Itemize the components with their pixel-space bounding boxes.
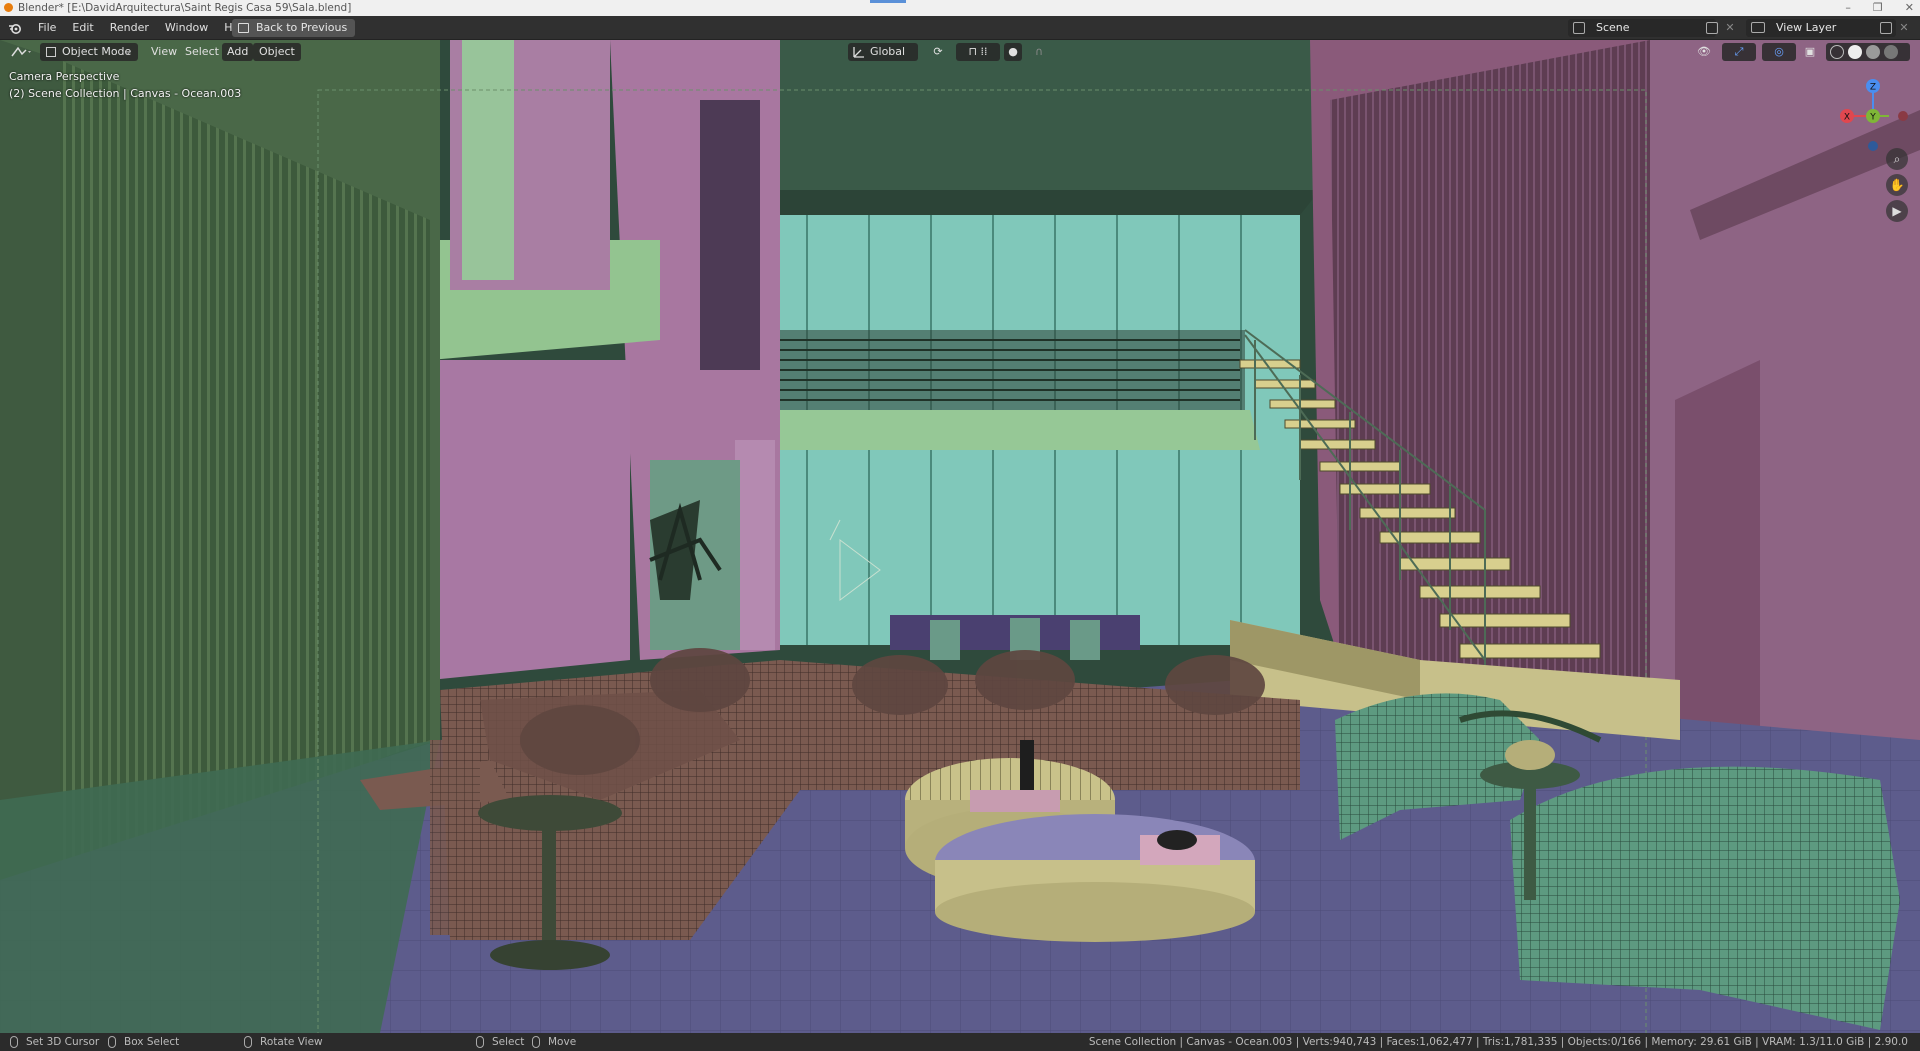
main-menu: File Edit Render Window Help [30, 16, 257, 40]
magnet-icon: ⊓ ⁞⁞ [968, 45, 988, 58]
status-bar: Set 3D Cursor Box Select Rotate View Sel… [0, 1033, 1920, 1051]
mouse-drag-icon [532, 1036, 540, 1048]
view-layer-name: View Layer [1776, 21, 1837, 34]
status-select: Select [476, 1033, 524, 1051]
scene-statistics: Scene Collection | Canvas - Ocean.003 | … [1088, 1036, 1908, 1048]
scene-selector[interactable]: Scene [1568, 19, 1716, 37]
proportional-editing-toggle[interactable]: ● [1004, 43, 1022, 61]
visibility-dropdown[interactable]: 👁 [1690, 43, 1718, 61]
status-box-select: Box Select [108, 1033, 179, 1051]
close-button[interactable]: ✕ [1905, 0, 1914, 16]
zoom-icon[interactable]: ⌕ [1886, 148, 1908, 170]
menu-add[interactable]: Add [222, 43, 254, 61]
blender-menu-icon[interactable] [8, 21, 22, 35]
proportional-icon: ● [1008, 45, 1018, 58]
gizmo-z-label: Z [1870, 83, 1876, 93]
axis-orientation-icon [853, 47, 864, 58]
overlays-toggle[interactable]: ◎ [1762, 43, 1796, 61]
camera-perspective-label: Camera Perspective [9, 70, 120, 83]
view-layer-icon [1751, 22, 1765, 33]
mode-dropdown[interactable]: Object Mode ⌄ [40, 43, 138, 61]
editor-type-icon [11, 46, 31, 57]
chevron-down-icon: ⌄ [122, 45, 132, 58]
status-move-label: Move [548, 1036, 577, 1048]
blender-logo-icon [4, 3, 13, 12]
status-rotate-view-label: Rotate View [260, 1036, 323, 1048]
viewport-scene [0, 40, 1920, 1033]
menu-select[interactable]: Select [180, 43, 224, 61]
menu-view[interactable]: View [146, 43, 182, 61]
view-layer-selector[interactable]: View Layer [1746, 19, 1896, 37]
navigation-gizmo[interactable]: Z X Y [1838, 68, 1908, 154]
menu-object[interactable]: Object [253, 43, 301, 61]
snap-toggle[interactable]: ⊓ ⁞⁞ [956, 43, 1000, 61]
active-collection-label: (2) Scene Collection | Canvas - Ocean.00… [9, 87, 242, 100]
material-preview-icon[interactable] [1866, 45, 1880, 59]
rendered-shading-icon[interactable] [1884, 45, 1898, 59]
pivot-icon: ⟳ [933, 45, 943, 58]
back-to-previous-button[interactable]: Back to Previous [232, 19, 356, 37]
status-rotate-view: Rotate View [244, 1033, 323, 1051]
remove-scene-icon[interactable]: ✕ [1723, 19, 1737, 37]
maximize-button[interactable]: ❐ [1873, 0, 1883, 16]
3d-viewport[interactable]: Object Mode ⌄ View Select Add Object Glo… [0, 40, 1920, 1033]
menu-edit[interactable]: Edit [64, 16, 101, 40]
window-titlebar: Blender* [E:\DavidArquitectura\Saint Reg… [0, 0, 1920, 16]
titlebar-accent [870, 0, 906, 3]
window-controls: – ❐ ✕ [1845, 0, 1914, 16]
menu-file[interactable]: File [30, 16, 64, 40]
window-title: Blender* [E:\DavidArquitectura\Saint Reg… [18, 2, 352, 14]
scene-name: Scene [1596, 21, 1630, 34]
new-scene-icon[interactable] [1706, 22, 1718, 34]
shading-modes [1826, 43, 1910, 61]
xray-toggle[interactable]: ▣ [1802, 43, 1818, 61]
menu-window[interactable]: Window [157, 16, 216, 40]
menu-render[interactable]: Render [102, 16, 157, 40]
eye-icon: 👁 [1697, 45, 1711, 58]
remove-view-layer-icon[interactable]: ✕ [1897, 19, 1911, 37]
gizmo-y-label: Y [1869, 113, 1876, 123]
back-to-previous-label: Back to Previous [256, 21, 348, 34]
mouse-left-icon [10, 1036, 18, 1048]
falloff-curve-icon: ∩ [1034, 45, 1044, 58]
gizmo-toggle[interactable]: ⤢ [1722, 43, 1756, 61]
new-view-layer-icon[interactable] [1880, 22, 1892, 34]
status-move: Move [532, 1033, 576, 1051]
gizmo-icon: ⤢ [1734, 45, 1744, 58]
status-set-cursor: Set 3D Cursor [10, 1033, 99, 1051]
overlays-icon: ◎ [1774, 45, 1784, 58]
status-set-cursor-label: Set 3D Cursor [26, 1036, 100, 1048]
status-select-label: Select [492, 1036, 525, 1048]
falloff-dropdown[interactable]: ∩ [1026, 43, 1052, 61]
status-box-select-label: Box Select [124, 1036, 180, 1048]
screen-icon [238, 23, 249, 33]
gizmo-x-label: X [1844, 113, 1850, 123]
pivot-point-dropdown[interactable]: ⟳ [924, 43, 952, 61]
wireframe-shading-icon[interactable] [1830, 45, 1844, 59]
transform-orientation-dropdown[interactable]: Global [848, 43, 918, 61]
object-mode-icon [46, 47, 56, 57]
mode-label: Object Mode [62, 45, 132, 58]
xray-icon: ▣ [1804, 45, 1816, 58]
viewport-header: Object Mode ⌄ View Select Add Object Glo… [0, 40, 1920, 64]
mouse-right-icon [476, 1036, 484, 1048]
solid-shading-icon[interactable] [1848, 45, 1862, 59]
pan-hand-icon[interactable]: ✋ [1886, 174, 1908, 196]
mouse-middle-icon [244, 1036, 252, 1048]
gizmo-neg-x-icon[interactable] [1898, 111, 1908, 121]
top-menu-bar: File Edit Render Window Help Back to Pre… [0, 16, 1920, 40]
transform-orientation-label: Global [870, 45, 906, 58]
scene-icon [1573, 22, 1585, 34]
mouse-left-drag-icon [108, 1036, 116, 1048]
camera-view-icon[interactable]: ▶ [1886, 200, 1908, 222]
editor-type-dropdown[interactable] [8, 43, 34, 61]
minimize-button[interactable]: – [1845, 0, 1851, 16]
gizmo-neg-z-icon[interactable] [1868, 141, 1878, 151]
